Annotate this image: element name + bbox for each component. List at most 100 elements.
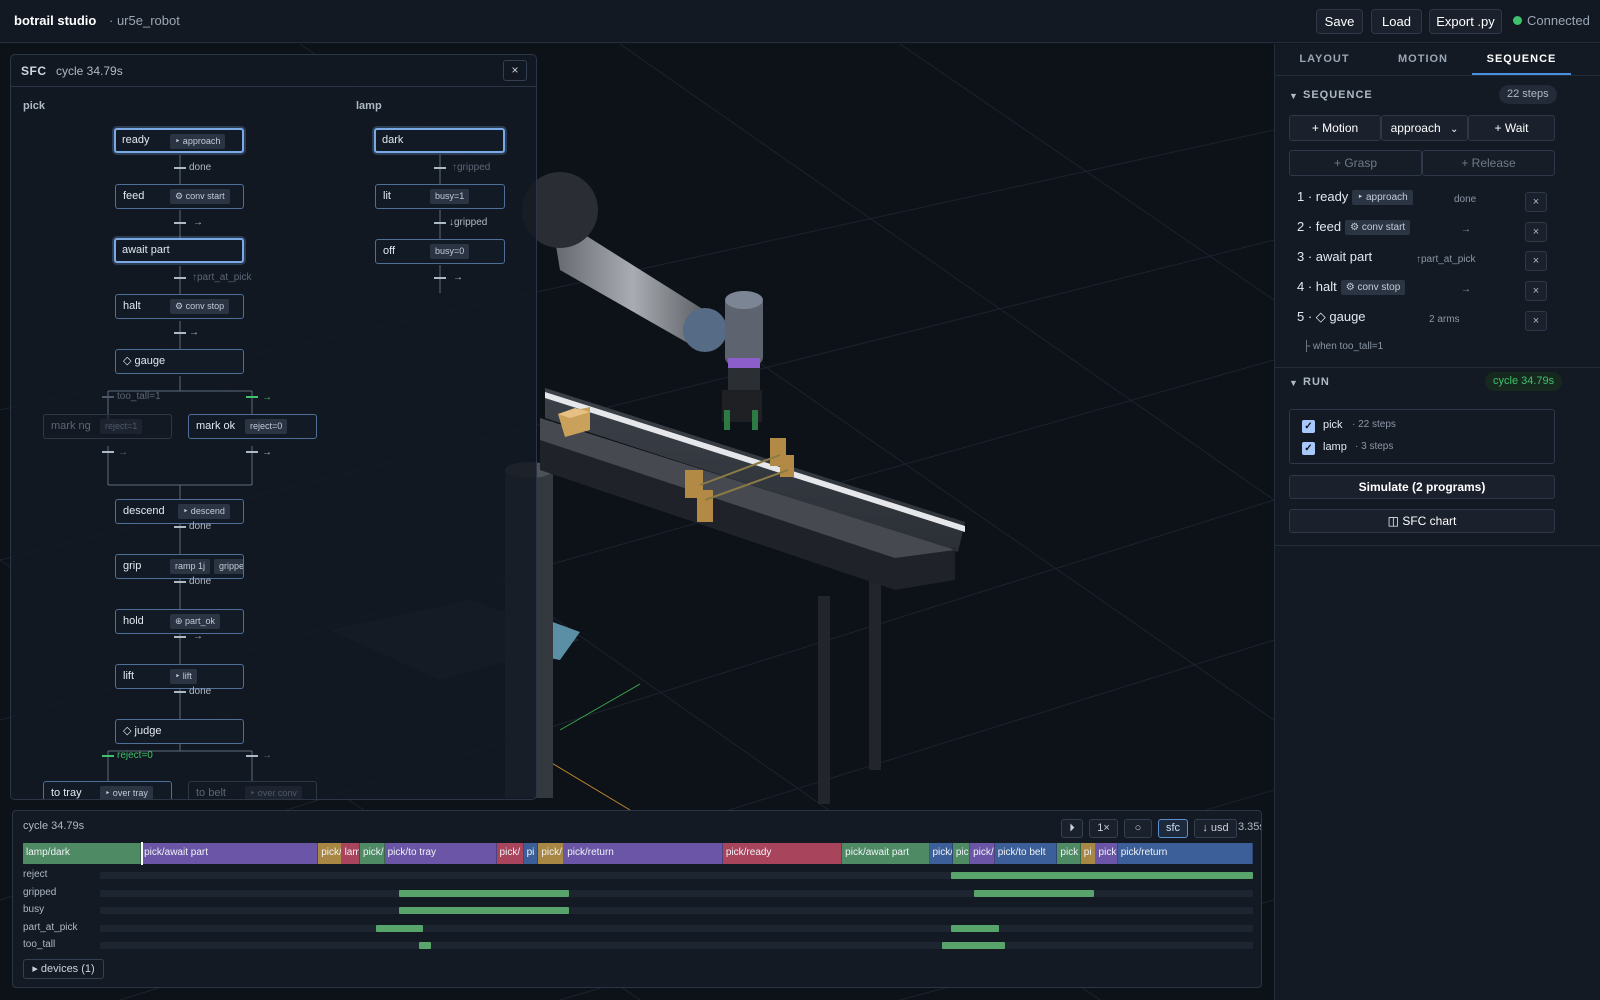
motion-select[interactable]: approach ⌄ [1381, 115, 1468, 141]
timeline-segment[interactable]: pick/ [929, 843, 953, 864]
tab-motion[interactable]: MOTION [1374, 44, 1472, 75]
sequence-item-condition: ↑part_at_pick [1416, 254, 1476, 265]
sfc-step-badge: gripper [214, 559, 243, 574]
signal-on-interval [950, 924, 1000, 932]
sfc-step-label: lift [123, 670, 134, 682]
timeline-segment[interactable]: pick/ready [722, 843, 843, 864]
checkbox-lamp[interactable]: ✓ [1302, 442, 1315, 455]
timeline-segment[interactable]: pick/ [318, 843, 342, 864]
export-usd-button[interactable]: ↓ usd [1194, 819, 1237, 838]
sequence-item-feed[interactable]: 2 · feed ⚙ conv start [1297, 219, 1411, 235]
sfc-step-mark-ok[interactable]: mark ok reject=0 [188, 414, 317, 439]
sfc-step-grip[interactable]: grip ramp 1j gripper [115, 554, 244, 579]
speed-button[interactable]: 1× [1089, 819, 1118, 838]
sfc-step-label: feed [123, 190, 145, 202]
timeline-segment[interactable]: pic [952, 843, 971, 864]
run-collapse-icon[interactable]: ▼ [1289, 378, 1298, 388]
remove-step-button[interactable]: × [1525, 251, 1547, 271]
sfc-toggle-button[interactable]: sfc [1158, 819, 1188, 838]
sfc-step-lift[interactable]: lift ‣ lift [115, 664, 244, 689]
timeline-segment[interactable]: lamp [341, 843, 360, 864]
sequence-item-label: 3 · await part [1297, 249, 1373, 264]
simulate-button[interactable]: Simulate (2 programs) [1289, 475, 1555, 499]
tab-sequence[interactable]: SEQUENCE [1472, 44, 1571, 75]
signal-track [100, 889, 1253, 897]
sfc-step-to-tray[interactable]: to tray ‣ over tray [43, 781, 172, 799]
add-motion-button[interactable]: + Motion [1289, 115, 1381, 141]
add-grasp-button[interactable]: + Grasp [1289, 150, 1422, 176]
timeline-segment[interactable]: pick [1095, 843, 1118, 864]
timeline-segment[interactable]: pick/to belt [994, 843, 1058, 864]
timeline-segment[interactable]: pick/to tray [384, 843, 497, 864]
remove-step-button[interactable]: × [1525, 222, 1547, 242]
run-program-steps: · 3 steps [1355, 441, 1394, 452]
sfc-step-mark-ng[interactable]: mark ng reject=1 [43, 414, 172, 439]
sfc-step-badge: ⚙ conv start [170, 189, 230, 204]
sfc-step-to-belt[interactable]: to belt ‣ over conv [188, 781, 317, 799]
tab-layout[interactable]: LAYOUT [1275, 44, 1374, 75]
sfc-step-ready[interactable]: ready ‣ approach [114, 128, 244, 153]
sfc-chart-button[interactable]: ◫ SFC chart [1289, 509, 1555, 533]
timeline-segment[interactable]: pi [1080, 843, 1096, 864]
sfc-step-off[interactable]: off busy=0 [375, 239, 505, 264]
play-button[interactable]: ⏵ [1061, 819, 1083, 838]
remove-step-button[interactable]: × [1525, 192, 1547, 212]
signal-on-interval [419, 942, 431, 949]
timeline-segment[interactable]: pi [523, 843, 539, 864]
signal-track [100, 907, 1253, 914]
signal-on-interval [375, 924, 423, 932]
devices-toggle-button[interactable]: ▸ devices (1) [23, 959, 104, 979]
section-divider [1275, 545, 1600, 546]
sfc-step-badge: reject=1 [100, 419, 143, 434]
sequence-item-condition: → [1461, 224, 1471, 235]
sfc-step-label: halt [123, 300, 141, 312]
top-bar: botrail studio · ur5e_robot Save Load Ex… [0, 0, 1600, 43]
segment-track[interactable]: lamp/darkpick/await partpick/lamppick/pi… [23, 843, 1253, 864]
playhead[interactable] [141, 842, 144, 865]
sequence-collapse-icon[interactable]: ▼ [1289, 91, 1298, 101]
sequence-item-await-part[interactable]: 3 · await part [1297, 249, 1372, 264]
export-button[interactable]: Export .py [1429, 9, 1502, 34]
timeline-segment[interactable]: lamp/dark [23, 843, 142, 864]
add-wait-button[interactable]: + Wait [1468, 115, 1555, 141]
signal-on-interval [398, 889, 570, 897]
timeline-segment[interactable]: pick/ [496, 843, 524, 864]
sfc-transition-label: ↑gripped [452, 162, 491, 173]
timeline-segment[interactable]: pick/return [1117, 843, 1253, 864]
sfc-step-judge[interactable]: ◇ judge [115, 719, 244, 744]
sequence-item-halt[interactable]: 4 · halt ⚙ conv stop [1297, 279, 1406, 295]
sfc-step-descend[interactable]: descend ‣ descend [115, 499, 244, 524]
save-button[interactable]: Save [1316, 9, 1363, 34]
sfc-step-gauge[interactable]: ◇ gauge [115, 349, 244, 374]
sfc-step-feed[interactable]: feed ⚙ conv start [115, 184, 244, 209]
connection-status: Connected [1527, 13, 1590, 28]
sfc-step-dark[interactable]: dark [374, 128, 505, 153]
section-divider [1275, 367, 1600, 368]
load-button[interactable]: Load [1371, 9, 1422, 34]
sfc-step-lit[interactable]: lit busy=1 [375, 184, 505, 209]
sequence-item-ready[interactable]: 1 · ready ‣ approach [1297, 189, 1413, 205]
sfc-transition-label: → [193, 631, 203, 642]
timeline-segment[interactable]: pick [1057, 843, 1081, 864]
timeline-segment[interactable]: pick/ [538, 843, 565, 864]
sfc-step-badge: ramp 1j [170, 559, 211, 574]
sfc-step-hold[interactable]: hold ⊕ part_ok [115, 609, 244, 634]
add-release-button[interactable]: + Release [1422, 150, 1555, 176]
remove-step-button[interactable]: × [1525, 281, 1547, 301]
timeline-segment[interactable]: pick/ [970, 843, 995, 864]
timeline-segment[interactable]: pick/await part [842, 843, 930, 864]
timeline-segment[interactable]: pick/return [564, 843, 723, 864]
sfc-step-halt[interactable]: halt ⚙ conv stop [115, 294, 244, 319]
sequence-item-gauge[interactable]: 5 · ◇ gauge [1297, 309, 1366, 325]
loop-button[interactable]: ○ [1124, 819, 1152, 838]
sequence-item-condition: → [1461, 284, 1471, 295]
checkbox-pick[interactable]: ✓ [1302, 420, 1315, 433]
timeline-segment[interactable]: pick/ [360, 843, 385, 864]
remove-step-button[interactable]: × [1525, 311, 1547, 331]
signal-on-interval [950, 872, 1253, 879]
timeline-segment[interactable]: pick/await part [141, 843, 319, 864]
sfc-transition-label: reject=0 [117, 750, 153, 761]
signal-track [100, 872, 1253, 879]
sfc-step-badge: busy=0 [430, 244, 470, 259]
sfc-step-await-part[interactable]: await part [114, 238, 244, 263]
